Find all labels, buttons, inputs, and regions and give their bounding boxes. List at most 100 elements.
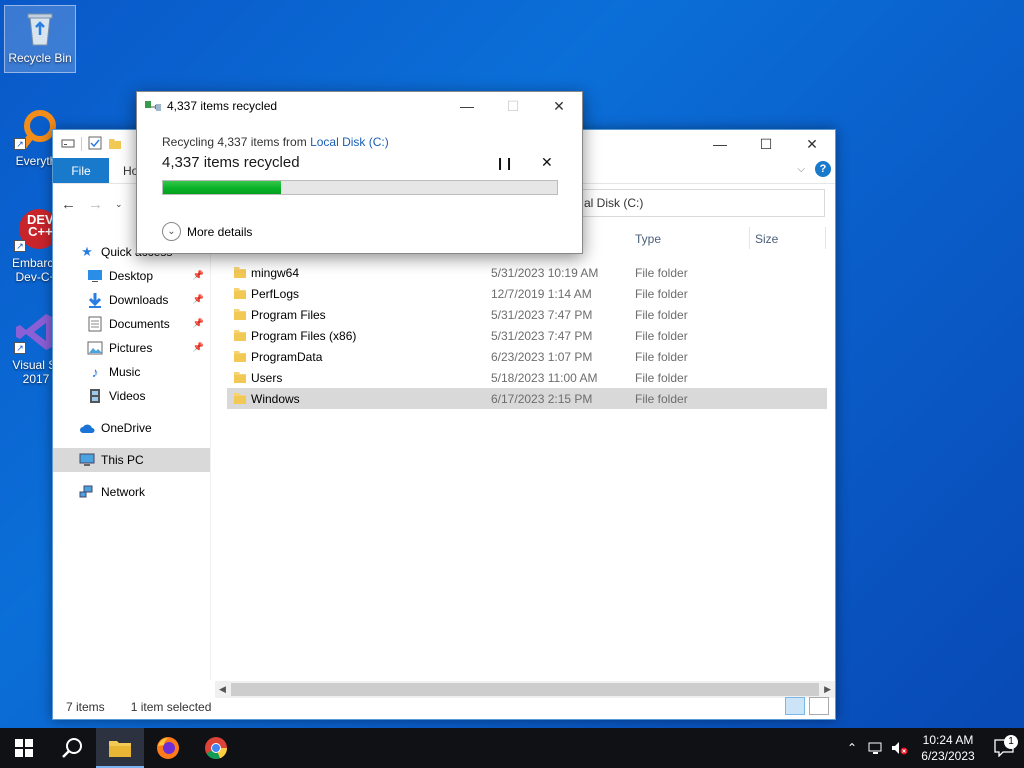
table-row[interactable]: Program Files 5/31/2023 7:47 PM File folde…	[227, 304, 827, 325]
table-row[interactable]: Users 5/18/2023 11:00 AM File folder	[227, 367, 827, 388]
volume-muted-icon[interactable]	[888, 741, 912, 755]
scroll-right-arrow-icon[interactable]: ▶	[824, 684, 831, 695]
taskbar-file-explorer[interactable]	[96, 728, 144, 768]
sidebar-item-label: Music	[109, 365, 141, 379]
taskbar-chrome[interactable]	[192, 728, 240, 768]
pin-icon[interactable]: 📌	[193, 270, 204, 281]
shortcut-arrow-icon: ↗	[14, 240, 26, 252]
file-date-modified: 12/7/2019 1:14 AM	[491, 286, 592, 301]
sidebar-item-label: Desktop	[109, 269, 154, 283]
chrome-icon	[205, 737, 228, 760]
sidebar-item-label: Videos	[109, 389, 146, 403]
tab-file[interactable]: File	[53, 158, 109, 183]
maximize-button[interactable]: ☐	[743, 130, 789, 158]
recycle-transfer-icon	[145, 98, 161, 114]
details-view-button[interactable]	[785, 697, 805, 715]
dialog-close-button[interactable]: ✕	[536, 92, 582, 120]
sidebar-item-videos[interactable]: Videos	[53, 384, 210, 408]
large-icons-view-button[interactable]	[809, 697, 829, 715]
file-type: File folder	[635, 307, 688, 322]
clock-date: 6/23/2023	[921, 749, 975, 763]
more-details-label: More details	[187, 224, 253, 239]
file-name: mingw64	[251, 265, 300, 280]
pictures-icon	[87, 340, 103, 356]
firefox-icon	[157, 737, 179, 759]
file-date-modified: 5/18/2023 11:00 AM	[491, 370, 598, 385]
address-bar[interactable]: al Disk (C:)	[573, 189, 825, 217]
table-row[interactable]: Program Files (x86) 5/31/2023 7:47 PM File…	[227, 325, 827, 346]
help-icon[interactable]: ?	[815, 161, 831, 177]
file-date-modified: 6/23/2023 1:07 PM	[491, 349, 593, 364]
status-bar: 7 items 1 item selected	[53, 695, 835, 719]
sidebar-item-downloads[interactable]: Downloads 📌	[53, 288, 210, 312]
ribbon-expand-chevron-icon[interactable]: ⌵	[797, 164, 805, 175]
column-header-size[interactable]: Size	[755, 232, 778, 246]
progress-bar-fill	[163, 181, 282, 194]
file-explorer-icon	[109, 741, 131, 757]
shortcut-arrow-icon: ↗	[14, 342, 26, 354]
source-drive-link[interactable]: Local Disk (C:)	[310, 135, 389, 149]
recycling-source-text: Recycling 4,337 items from Local Disk (C…	[162, 135, 389, 149]
network-status-icon[interactable]	[864, 741, 888, 755]
column-header-type[interactable]: Type	[635, 232, 661, 246]
table-row[interactable]: ProgramData 6/23/2023 1:07 PM File folder	[227, 346, 827, 367]
show-hidden-icons-chevron-icon[interactable]: ⌃	[840, 741, 864, 755]
folder-icon	[233, 370, 247, 384]
taskbar-clock[interactable]: 10:24 AM 6/23/2023	[912, 732, 984, 764]
desktop-icon-recycle-bin[interactable]: Recycle Bin	[4, 5, 76, 73]
progress-bar	[162, 180, 558, 195]
dialog-title: 4,337 items recycled	[167, 99, 278, 113]
search-icon	[62, 738, 82, 758]
sidebar-item-music[interactable]: ♪ Music	[53, 360, 210, 384]
file-date-modified: 5/31/2023 7:47 PM	[491, 307, 593, 322]
action-center-button[interactable]: 1	[984, 735, 1024, 757]
table-row[interactable]: Windows 6/17/2023 2:15 PM File folder	[227, 388, 827, 409]
system-tray: ⌃ 10:24 AM 6/23/2023 1	[840, 728, 1024, 768]
pause-button[interactable]: ❙❙	[495, 156, 514, 170]
sidebar-item-onedrive[interactable]: OneDrive	[53, 416, 210, 440]
forward-arrow-icon[interactable]: →	[88, 196, 103, 213]
pin-icon[interactable]: 📌	[193, 294, 204, 305]
close-button[interactable]: ✕	[789, 130, 835, 158]
dialog-minimize-button[interactable]: —	[444, 92, 490, 120]
search-button[interactable]	[48, 728, 96, 768]
recent-locations-chevron-icon[interactable]: ⌄	[115, 199, 123, 210]
sidebar-item-network[interactable]: Network	[53, 480, 210, 504]
sidebar-item-label: Pictures	[109, 341, 153, 355]
folder-icon[interactable]	[108, 136, 122, 153]
scroll-left-arrow-icon[interactable]: ◀	[219, 684, 226, 695]
sidebar-item-pictures[interactable]: Pictures 📌	[53, 336, 210, 360]
table-row[interactable]: PerfLogs 12/7/2019 1:14 AM File folder	[227, 283, 827, 304]
cloud-icon	[79, 420, 95, 436]
start-button[interactable]	[0, 728, 48, 768]
recycle-progress-dialog: 4,337 items recycled — ☐ ✕ Recycling 4,3…	[136, 91, 583, 254]
table-row[interactable]: mingw64 5/31/2023 10:19 AM File folder	[227, 262, 827, 283]
minimize-button[interactable]: —	[697, 130, 743, 158]
sidebar-item-documents[interactable]: Documents 📌	[53, 312, 210, 336]
properties-icon[interactable]	[88, 136, 102, 153]
shortcut-arrow-icon: ↗	[14, 138, 26, 150]
folder-icon	[233, 286, 247, 300]
taskbar-firefox[interactable]	[144, 728, 192, 768]
back-arrow-icon[interactable]: ←	[61, 196, 76, 213]
pin-icon[interactable]: 📌	[193, 342, 204, 353]
recycling-source-prefix: Recycling 4,337 items from	[162, 135, 311, 149]
file-name: Windows	[251, 391, 300, 406]
dialog-maximize-button: ☐	[506, 97, 520, 114]
item-count: 7 items	[66, 700, 105, 714]
folder-icon	[233, 307, 247, 321]
folder-icon	[233, 391, 247, 405]
file-type: File folder	[635, 265, 688, 280]
music-note-icon: ♪	[91, 364, 99, 380]
file-name: Users	[251, 370, 283, 385]
file-type: File folder	[635, 328, 688, 343]
file-name: Program Files	[251, 307, 326, 322]
cancel-operation-button[interactable]: ✕	[541, 154, 553, 171]
pin-icon[interactable]: 📌	[193, 318, 204, 329]
sidebar-item-this-pc[interactable]: This PC	[53, 448, 210, 472]
sidebar-item-desktop[interactable]: Desktop 📌	[53, 264, 210, 288]
clock-time: 10:24 AM	[922, 733, 974, 747]
more-details-toggle[interactable]: ⌄ More details	[162, 222, 252, 241]
file-date-modified: 5/31/2023 10:19 AM	[491, 265, 599, 280]
file-date-modified: 6/17/2023 2:15 PM	[491, 391, 593, 406]
